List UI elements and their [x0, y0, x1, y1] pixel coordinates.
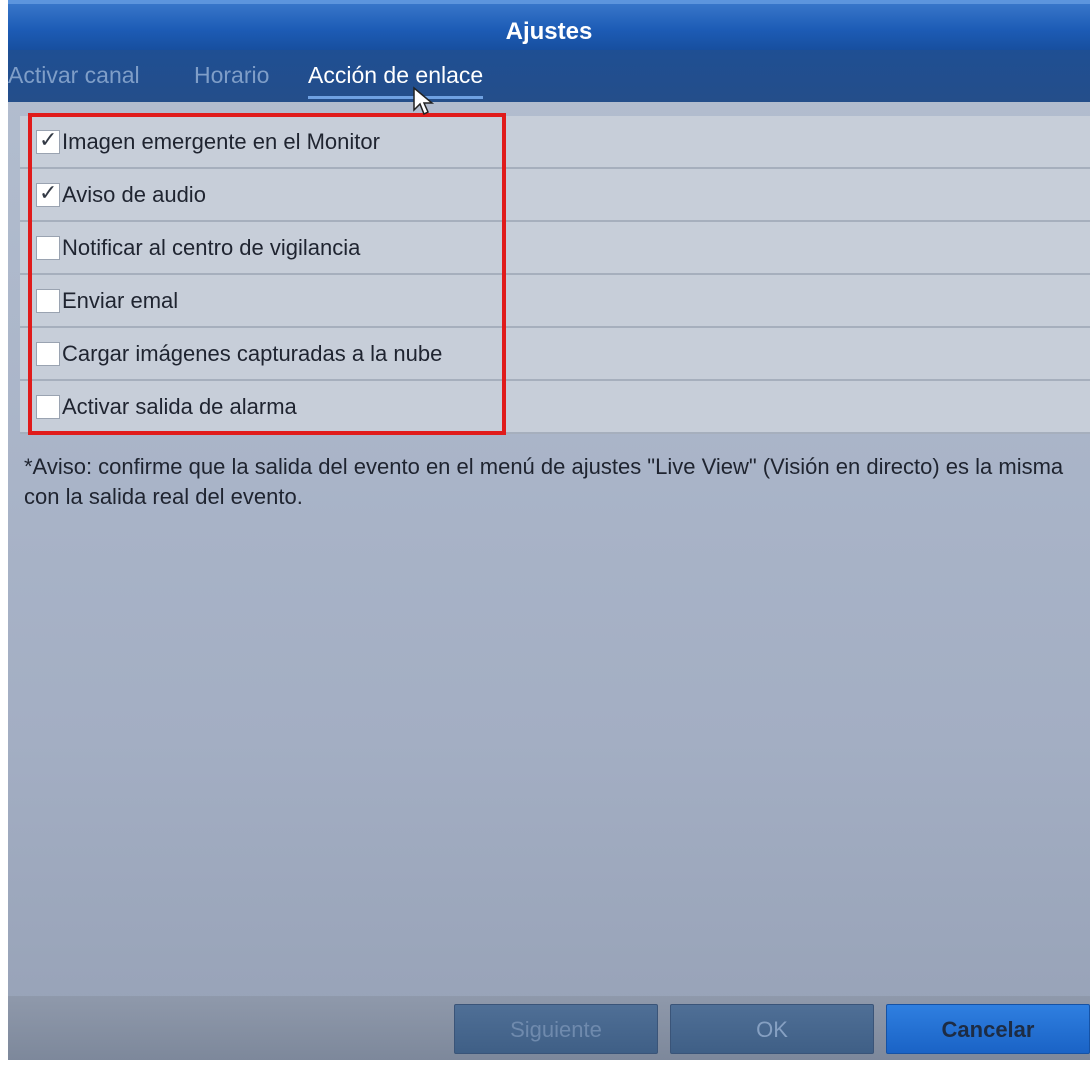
popup-monitor-checkbox[interactable]: ✓: [36, 128, 60, 154]
option-row-alarm-output[interactable]: Activar salida de alarma: [20, 381, 1090, 434]
option-row-popup-monitor[interactable]: ✓ Imagen emergente en el Monitor: [20, 116, 1090, 169]
check-icon: ✓: [39, 128, 58, 153]
notify-surveillance-label: Notificar al centro de vigilancia: [62, 235, 361, 260]
option-row-notify-surveillance[interactable]: Notificar al centro de vigilancia: [20, 222, 1090, 275]
option-row-upload-cloud[interactable]: Cargar imágenes capturadas a la nube: [20, 328, 1090, 381]
window-title: Ajustes: [8, 0, 1090, 50]
tab-horario[interactable]: Horario: [194, 60, 269, 96]
option-row-audio-warning[interactable]: ✓ Aviso de audio: [20, 169, 1090, 222]
notice-text: *Aviso: confirme que la salida del event…: [24, 454, 1064, 509]
tab-accion-de-enlace[interactable]: Acción de enlace: [308, 60, 484, 99]
alarm-output-label: Activar salida de alarma: [62, 394, 297, 419]
notify-surveillance-checkbox[interactable]: [36, 236, 60, 260]
tab-bar: Activar canal Horario Acción de enlace: [8, 50, 1090, 102]
audio-warning-label: Aviso de audio: [62, 182, 206, 207]
send-email-label: Enviar emal: [62, 288, 179, 313]
upload-cloud-label: Cargar imágenes capturadas a la nube: [62, 341, 443, 366]
next-button[interactable]: Siguiente: [454, 1004, 658, 1054]
check-icon: ✓: [39, 181, 58, 206]
popup-monitor-label: Imagen emergente en el Monitor: [62, 129, 380, 154]
cancel-button[interactable]: Cancelar: [886, 1004, 1090, 1054]
button-bar: Siguiente OK Cancelar: [8, 996, 1090, 1060]
upload-cloud-checkbox[interactable]: [36, 342, 60, 366]
audio-warning-checkbox[interactable]: ✓: [36, 181, 60, 207]
mouse-pointer-icon: [413, 86, 435, 116]
send-email-checkbox[interactable]: [36, 289, 60, 313]
alarm-output-checkbox[interactable]: [36, 395, 60, 419]
option-row-send-email[interactable]: Enviar emal: [20, 275, 1090, 328]
tab-activar-canal[interactable]: Activar canal: [8, 60, 140, 96]
linkage-options-list: ✓ Imagen emergente en el Monitor ✓ Aviso…: [20, 116, 1090, 434]
ok-button[interactable]: OK: [670, 1004, 874, 1054]
settings-window: Ajustes Activar canal Horario Acción de …: [8, 0, 1090, 1060]
